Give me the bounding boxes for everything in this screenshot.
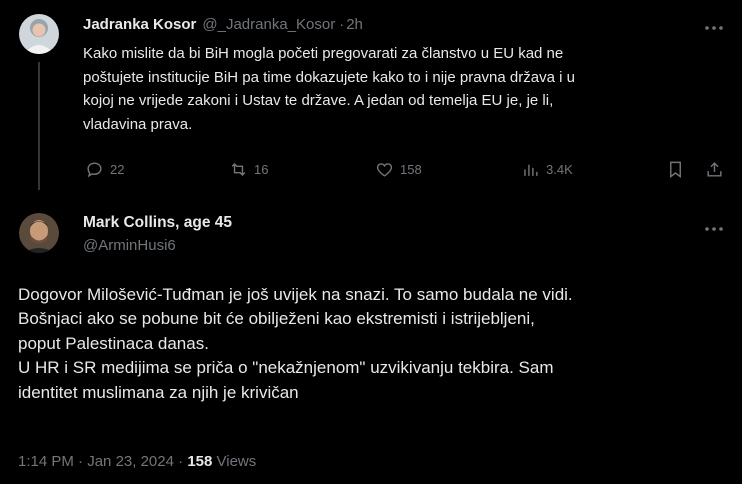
author-handle[interactable]: @_Jadranka_Kosor [202, 16, 335, 33]
reply-button[interactable]: 22 [85, 160, 124, 179]
tweet-time[interactable]: 1:14 PM [18, 453, 74, 470]
views-count: 3.4K [546, 162, 573, 177]
tweet-line: U HR i SR medijima se priča o "nekažnjen… [18, 358, 554, 378]
more-icon[interactable] [704, 20, 724, 31]
reply-count: 22 [110, 162, 125, 177]
tweet2-text: Dogovor Milošević-Tuđman je još uvijek n… [18, 283, 728, 405]
tweet1-header: Jadranka Kosor @_Jadranka_Kosor · 2h [83, 16, 363, 33]
tweet-time[interactable]: 2h [346, 16, 363, 33]
views-count: 158 [187, 453, 213, 470]
views-button[interactable]: 3.4K [521, 160, 573, 179]
tweet1-text: Kako mislite da bi BiH mogla početi preg… [83, 42, 723, 136]
tweet-line: Kako mislite da bi BiH mogla početi preg… [83, 45, 564, 62]
tweet-line: Dogovor Milošević-Tuđman je još uvijek n… [18, 285, 573, 304]
tweet-footer: 1:14 PM · Jan 23, 2024 · 158 Views [18, 453, 256, 470]
tweet-line: poštujete institucije BiH pa time dokazu… [83, 68, 575, 86]
retweet-count: 16 [254, 162, 269, 177]
avatar-image [19, 213, 59, 253]
like-button[interactable]: 158 [375, 160, 422, 179]
tweet-line: kojoj ne vrijede zakoni i Ustav te držav… [83, 92, 554, 109]
tweet-line: vladavina prava. [83, 115, 193, 133]
tweet-line: poput Palestinaca danas. [18, 333, 209, 353]
share-icon [707, 162, 722, 177]
avatar-mark-collins[interactable] [19, 213, 59, 253]
tweet-line: Bošnjaci ako se pobune bit će obilježeni… [18, 309, 535, 329]
retweet-icon [231, 162, 246, 177]
retweet-button[interactable]: 16 [229, 160, 268, 179]
share-button[interactable] [705, 160, 724, 179]
more-icon[interactable] [704, 221, 724, 232]
views-label: Views [216, 453, 257, 470]
tweet2-header: Mark Collins, age 45 @ArminHusi6 [83, 214, 232, 254]
author-name[interactable]: Jadranka Kosor [83, 16, 196, 33]
separator: · [78, 453, 84, 470]
avatar-jadranka-kosor[interactable] [19, 14, 59, 54]
author-handle[interactable]: @ArminHusi6 [83, 237, 232, 254]
separator: · [339, 16, 345, 33]
tweet-line: identitet muslimana za njih je kriv­ičan [18, 382, 299, 402]
separator: · [178, 453, 184, 470]
tweet-date[interactable]: Jan 23, 2024 [87, 453, 174, 470]
views-icon [524, 164, 538, 176]
reply-icon [87, 162, 102, 178]
like-count: 158 [400, 162, 422, 177]
author-name[interactable]: Mark Collins, age 45 [83, 214, 232, 232]
like-icon [376, 163, 393, 177]
bookmark-icon [670, 161, 681, 179]
avatar-image [19, 14, 59, 54]
thread-connector-line [38, 62, 40, 190]
bookmark-button[interactable] [666, 160, 685, 179]
